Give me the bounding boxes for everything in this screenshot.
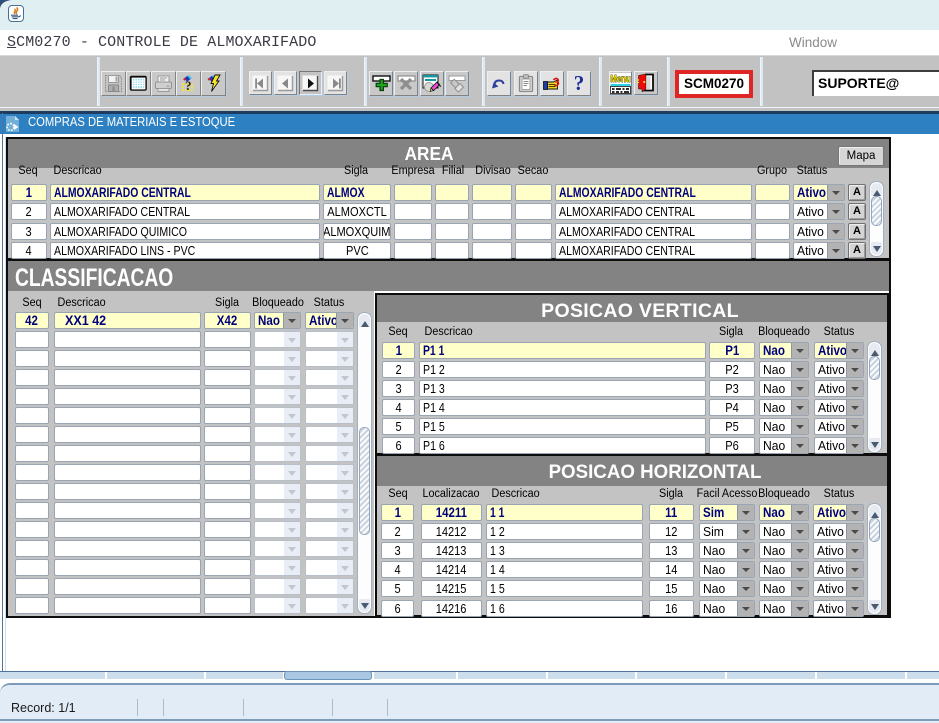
- svg-text:Menu: Menu: [610, 74, 631, 85]
- svg-text:?: ?: [185, 78, 192, 93]
